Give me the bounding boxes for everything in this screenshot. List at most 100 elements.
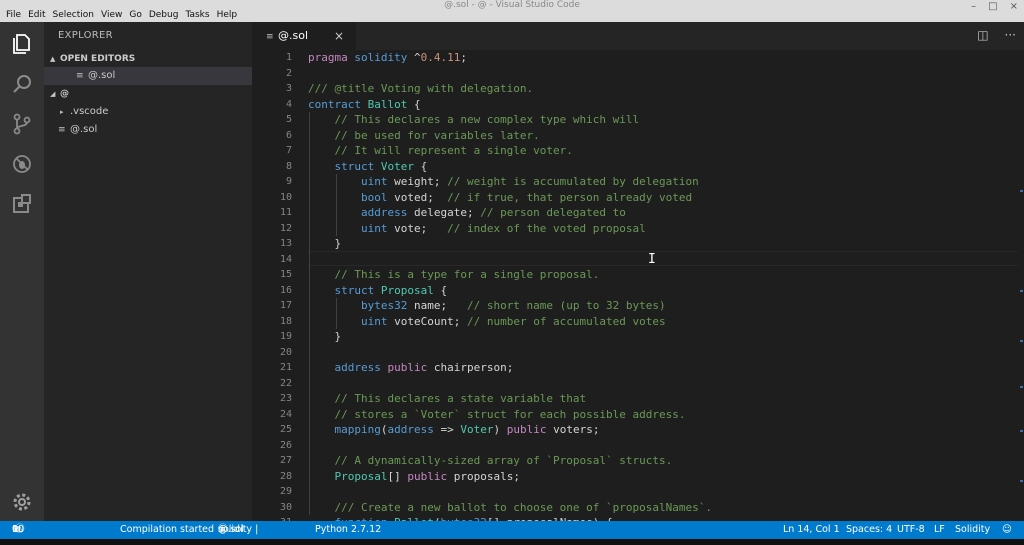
chevron-down-icon: ◢ — [50, 90, 56, 98]
code-line: } — [308, 330, 342, 343]
folder-header[interactable]: ◢ @ — [44, 85, 252, 103]
current-line-highlight — [308, 251, 1024, 266]
tab-active-file[interactable]: ≡ @.sol × — [252, 22, 356, 50]
line-number: 14 — [279, 253, 292, 265]
line-number: 23 — [279, 393, 292, 404]
line-number: 5 — [285, 114, 292, 125]
chevron-right-icon: ▸ — [60, 108, 64, 116]
code-line: // This is a type for a single proposal. — [334, 268, 600, 281]
code-line: bytes32 name; // short name (up to 32 by… — [360, 299, 666, 312]
code-line: address delegate; // person delegated to — [360, 206, 626, 219]
menu-help[interactable]: Help — [217, 10, 238, 20]
line-number: 2 — [285, 67, 292, 79]
tree-item-label: @.sol — [70, 124, 98, 135]
gear-icon — [13, 493, 31, 511]
settings-button[interactable] — [0, 482, 44, 522]
line-number: 7 — [285, 145, 292, 156]
solidity-file: @.sol — [218, 524, 244, 535]
line-number: 18 — [279, 315, 292, 327]
open-editor-label: @.sol — [88, 70, 116, 81]
line-number: 3 — [285, 83, 292, 94]
explorer-title: EXPLORER — [58, 30, 113, 41]
menu-tasks[interactable]: Tasks — [185, 10, 209, 20]
menu-selection[interactable]: Selection — [53, 10, 94, 20]
end-of-line[interactable]: LF — [934, 521, 945, 539]
menu-debug[interactable]: Debug — [149, 10, 179, 20]
source-control-button[interactable] — [0, 104, 44, 144]
line-number: 16 — [279, 284, 292, 296]
open-editors-label: OPEN EDITORS — [60, 54, 136, 64]
code-line: // be used for variables later. — [334, 128, 540, 142]
code-editor[interactable]: 1 2 3 4 5 6 7 8 9 10 11 12 13 14 15 16 1… — [252, 50, 1024, 521]
compilation-status[interactable]: Compilation started — [120, 521, 214, 539]
tree-item-vscode[interactable]: ▸ .vscode — [44, 103, 252, 121]
menu-file[interactable]: File — [6, 10, 21, 20]
line-number: 30 — [279, 501, 292, 513]
line-number: 9 — [285, 176, 292, 187]
files-icon — [13, 34, 30, 54]
maximize-icon[interactable]: □ — [988, 1, 997, 12]
indentation[interactable]: Spaces: 4 — [846, 521, 892, 539]
extensions-icon — [13, 194, 31, 213]
extensions-button[interactable] — [0, 184, 44, 224]
source-control-icon — [13, 113, 31, 135]
debug-icon — [13, 155, 31, 173]
line-number: 12 — [279, 222, 292, 234]
open-editors-header[interactable]: ▲ OPEN EDITORS — [44, 50, 252, 68]
menu-edit[interactable]: Edit — [28, 10, 45, 20]
minimize-icon[interactable]: – — [971, 1, 976, 12]
line-number: 25 — [279, 424, 292, 435]
folder-label: @ — [60, 89, 69, 99]
taskbar-strip — [0, 539, 1024, 545]
code-line: pragma solidity ^0.4.11; — [308, 51, 467, 64]
line-number: 24 — [279, 408, 292, 420]
close-icon[interactable]: × — [334, 22, 344, 50]
file-icon: ≡ — [58, 125, 66, 135]
line-number: 8 — [285, 160, 292, 172]
search-icon — [13, 75, 31, 93]
tree-item-file[interactable]: ≡ @.sol — [44, 121, 252, 139]
code-line: struct Proposal { — [334, 283, 448, 297]
title-bar: @.sol - @ - Visual Studio Code File Edit… — [0, 0, 1024, 22]
explorer-button[interactable] — [0, 24, 44, 64]
menu-bar: File Edit Selection View Go Debug Tasks … — [6, 0, 244, 22]
menu-view[interactable]: View — [101, 10, 122, 20]
search-button[interactable] — [0, 64, 44, 104]
language-mode[interactable]: Solidity — [955, 521, 990, 539]
activity-bar — [0, 22, 44, 521]
smiley-icon[interactable]: ☺ — [1002, 521, 1012, 539]
line-number: 1 — [285, 52, 292, 63]
code-line: Proposal[] public proposals; — [334, 469, 520, 483]
line-number: 28 — [279, 470, 292, 482]
open-editor-item[interactable]: ≡ @.sol — [44, 67, 252, 85]
code-line: // This declares a state variable that — [334, 392, 587, 405]
code-line: /// Create a new ballot to choose one of… — [334, 500, 713, 514]
overview-ruler[interactable] — [1018, 50, 1024, 521]
more-icon[interactable]: ··· — [1005, 28, 1016, 42]
line-number: 17 — [279, 300, 292, 311]
text-cursor-icon: I — [648, 252, 656, 267]
info-count: 10 — [12, 524, 25, 535]
line-number: 22 — [279, 377, 292, 389]
code-line: uint weight; // weight is accumulated by… — [360, 175, 699, 188]
code-line: uint vote; // index of the voted proposa… — [360, 221, 646, 235]
code-line: mapping(address => Voter) public voters; — [334, 423, 600, 436]
encoding[interactable]: UTF-8 — [897, 521, 925, 539]
line-number: 29 — [279, 486, 292, 497]
chevron-down-icon: ▲ — [50, 55, 56, 63]
file-icon: ≡ — [266, 32, 274, 42]
tab-label: @.sol — [278, 29, 309, 42]
python-interpreter[interactable]: Python 2.7.12 — [315, 521, 381, 539]
file-icon: ≡ — [76, 71, 84, 81]
code-line: uint voteCount; // number of accumulated… — [360, 314, 666, 328]
debug-button[interactable] — [0, 144, 44, 184]
window-controls: – □ × — [971, 1, 1018, 12]
line-number: 27 — [279, 455, 292, 466]
cursor-position[interactable]: Ln 14, Col 1 — [783, 521, 840, 539]
close-window-icon[interactable]: × — [1010, 1, 1018, 12]
code-line: // It will represent a single voter. — [334, 144, 573, 157]
split-editor-icon[interactable]: ◫ — [977, 28, 988, 42]
line-number: 20 — [279, 346, 292, 358]
menu-go[interactable]: Go — [129, 10, 141, 20]
code-line: } — [308, 237, 342, 250]
